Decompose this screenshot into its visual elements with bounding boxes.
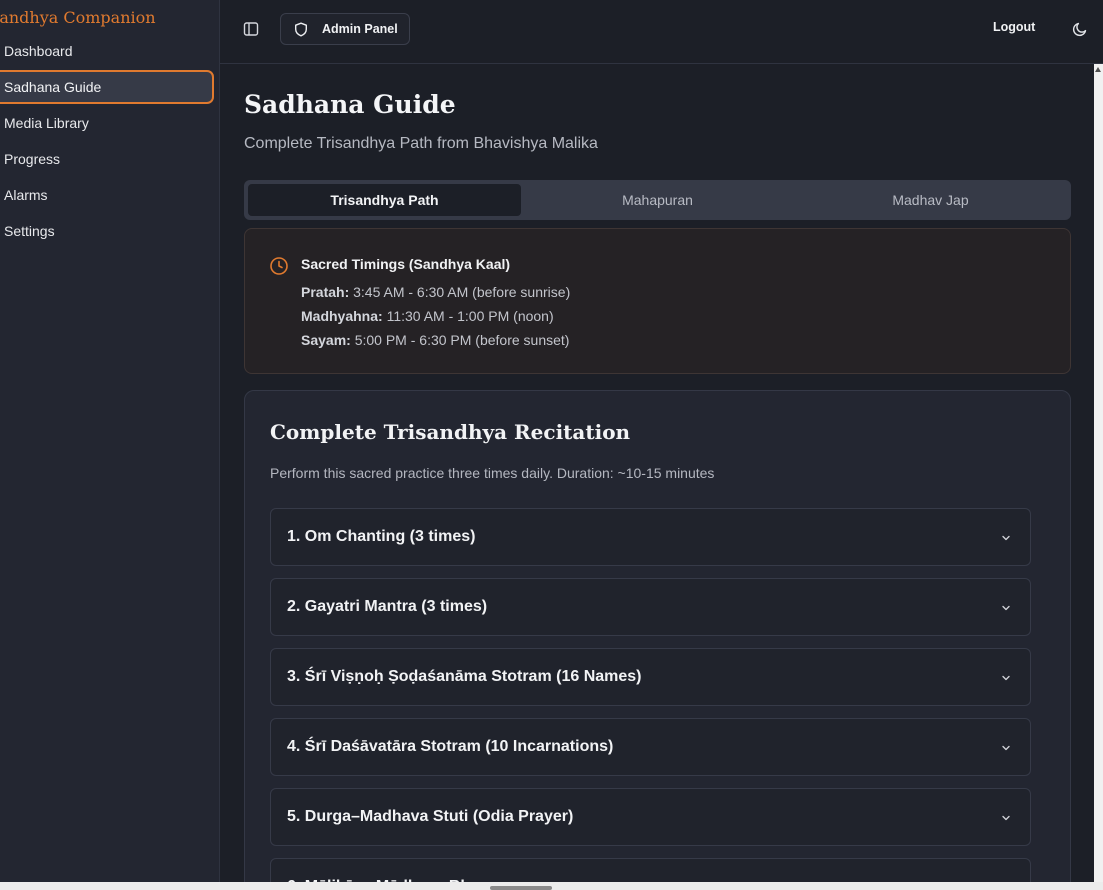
accordion-label: 1. Om Chanting (3 times) [287, 528, 476, 545]
sacred-timings-card: Sacred Timings (Sandhya Kaal) Pratah: 3:… [244, 228, 1071, 374]
scroll-up-icon[interactable] [1095, 67, 1101, 72]
accordion-label: 3. Śrī Viṣṇoḥ Ṣoḍaśanāma Stotram (16 Nam… [287, 668, 642, 685]
app-brand[interactable]: isandhya Companion [0, 8, 156, 27]
chevron-down-icon [1002, 745, 1010, 751]
tab-mahapuran[interactable]: Mahapuran [521, 184, 794, 216]
scrollbar-thumb[interactable] [490, 886, 552, 890]
accordion-item[interactable]: 5. Durga–Madhava Stuti (Odia Prayer) [270, 788, 1031, 846]
vertical-scrollbar[interactable] [1094, 64, 1103, 882]
accordion-label: 2. Gayatri Mantra (3 times) [287, 598, 488, 615]
timing-row-pratah: Pratah: 3:45 AM - 6:30 AM (before sunris… [301, 284, 570, 300]
chevron-down-icon [1002, 605, 1010, 611]
timing-value: 5:00 PM - 6:30 PM (before sunset) [350, 332, 570, 348]
timing-row-sayam: Sayam: 5:00 PM - 6:30 PM (before sunset) [301, 332, 569, 348]
recitation-title: Complete Trisandhya Recitation [270, 420, 631, 444]
accordion-label: 5. Durga–Madhava Stuti (Odia Prayer) [287, 808, 574, 825]
sidebar-toggle-button[interactable] [240, 18, 262, 40]
sidebar-toggle-icon [243, 22, 259, 36]
page-subtitle: Complete Trisandhya Path from Bhavishya … [244, 135, 598, 152]
sidebar-item-alarms[interactable]: Alarms [0, 177, 214, 213]
accordion-item[interactable]: 1. Om Chanting (3 times) [270, 508, 1031, 566]
timing-name: Sayam: [301, 332, 351, 348]
recitation-card: Complete Trisandhya Recitation Perform t… [244, 390, 1071, 890]
app-root: isandhya Companion Dashboard Sadhana Gui… [0, 0, 1103, 890]
moon-icon [1072, 22, 1087, 37]
sidebar-item-progress[interactable]: Progress [0, 141, 214, 177]
timings-title: Sacred Timings (Sandhya Kaal) [301, 256, 511, 272]
accordion-item[interactable]: 2. Gayatri Mantra (3 times) [270, 578, 1031, 636]
sidebar-item-settings[interactable]: Settings [0, 213, 214, 249]
sidebar-item-sadhana-guide[interactable]: Sadhana Guide [0, 70, 214, 104]
top-bar: Admin Panel Logout [220, 0, 1103, 64]
timing-name: Madhyahna: [301, 308, 383, 324]
timing-value: 3:45 AM - 6:30 AM (before sunrise) [349, 284, 571, 300]
chevron-down-icon [1002, 535, 1010, 541]
admin-panel-button[interactable]: Admin Panel [280, 13, 410, 45]
chevron-down-icon [1002, 675, 1010, 681]
clock-icon [270, 257, 288, 275]
sidebar-nav: Dashboard Sadhana Guide Media Library Pr… [0, 33, 214, 249]
tab-trisandhya-path[interactable]: Trisandhya Path [248, 184, 521, 216]
admin-panel-label: Admin Panel [322, 22, 398, 36]
accordion-item[interactable]: 4. Śrī Daśāvatāra Stotram (10 Incarnatio… [270, 718, 1031, 776]
page-title: Sadhana Guide [244, 90, 456, 119]
timing-value: 11:30 AM - 1:00 PM (noon) [382, 308, 554, 324]
shield-icon [295, 22, 307, 36]
sidebar-item-dashboard[interactable]: Dashboard [0, 33, 214, 69]
tab-madhav-jap[interactable]: Madhav Jap [794, 184, 1067, 216]
sidebar-item-media-library[interactable]: Media Library [0, 105, 214, 141]
accordion-label: 4. Śrī Daśāvatāra Stotram (10 Incarnatio… [287, 738, 614, 755]
theme-toggle-button[interactable] [1071, 20, 1089, 38]
accordion-item[interactable]: 3. Śrī Viṣṇoḥ Ṣoḍaśanāma Stotram (16 Nam… [270, 648, 1031, 706]
timing-name: Pratah: [301, 284, 350, 300]
tab-list: Trisandhya Path Mahapuran Madhav Jap [244, 180, 1071, 220]
chevron-down-icon [1002, 815, 1010, 821]
recitation-description: Perform this sacred practice three times… [270, 465, 715, 481]
timing-row-madhyahna: Madhyahna: 11:30 AM - 1:00 PM (noon) [301, 308, 554, 324]
sidebar: isandhya Companion Dashboard Sadhana Gui… [0, 0, 220, 890]
logout-button[interactable]: Logout [993, 20, 1035, 34]
